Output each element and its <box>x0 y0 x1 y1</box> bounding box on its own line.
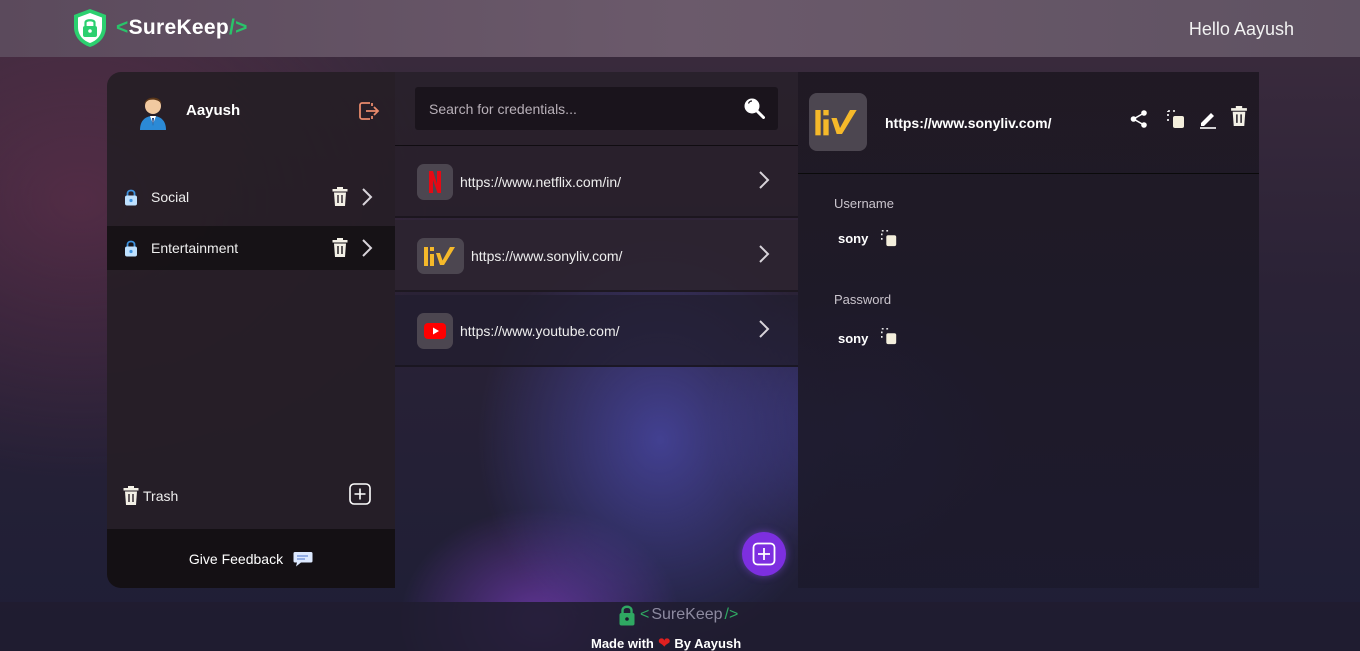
lock-icon <box>125 240 137 257</box>
password-label: Password <box>834 292 892 307</box>
add-credential-button[interactable] <box>742 532 786 576</box>
credential-url: https://www.youtube.com/ <box>460 323 620 339</box>
brand-name-text: SureKeep <box>128 16 230 39</box>
credential-row-sonyliv[interactable]: https://www.sonyliv.com/ <box>395 220 798 292</box>
search-bar <box>395 72 798 146</box>
footer-brand[interactable]: < SureKeep/> <box>618 604 738 626</box>
made-with-credit: Made with ❤ By Aayush <box>591 634 741 651</box>
footer: < SureKeep/> Made with ❤ By Aayush <box>0 602 1360 651</box>
search-icon[interactable] <box>743 97 765 119</box>
brand-name: <SureKeep/> <box>116 16 248 40</box>
trash-icon <box>123 486 139 505</box>
username-label: Username <box>834 196 894 211</box>
chat-bubble-icon <box>293 551 313 566</box>
sonyliv-logo <box>809 93 867 151</box>
youtube-play-icon <box>424 323 446 339</box>
folder-item-social[interactable]: Social <box>107 175 395 219</box>
feedback-label: Give Feedback <box>188 550 284 567</box>
chevron-right-icon[interactable] <box>361 187 373 207</box>
footer-brand-text: < SureKeep/> <box>638 606 738 624</box>
credential-detail-panel: https://www.sonyliv.com/ Username sony P… <box>798 72 1259 588</box>
netflix-n-icon <box>429 171 441 193</box>
user-greeting: Hello Aayush <box>1188 19 1294 39</box>
profile-name: Aayush <box>186 101 241 119</box>
brand-open-bracket: < <box>116 16 129 39</box>
shield-lock-icon <box>74 9 106 47</box>
trash-icon[interactable] <box>332 187 348 206</box>
trash-link[interactable]: Trash <box>123 486 178 505</box>
sonyliv-logo <box>417 238 464 274</box>
brand-close-bracket: /> <box>229 16 248 39</box>
plus-square-icon <box>752 542 776 566</box>
user-profile: Aayush <box>137 90 240 130</box>
give-feedback-button[interactable]: Give Feedback <box>107 529 395 588</box>
credential-row-netflix[interactable]: https://www.netflix.com/in/ <box>395 146 798 218</box>
footer-brand-name: SureKeep <box>651 606 723 623</box>
sonyliv-liv-icon <box>423 247 455 266</box>
add-folder-icon[interactable] <box>349 483 371 505</box>
made-with-text: Made with <box>591 635 654 651</box>
trash-label: Trash <box>143 487 179 504</box>
top-bar: <SureKeep/> Hello Aayush <box>0 0 1360 57</box>
folder-item-entertainment[interactable]: Entertainment <box>107 226 395 270</box>
sidebar: Aayush Social Entertainment Trash Give F… <box>107 72 395 588</box>
password-value: sony <box>838 331 869 346</box>
copy-username-icon[interactable] <box>880 229 898 247</box>
copy-icon[interactable] <box>1166 109 1186 129</box>
chevron-right-icon[interactable] <box>361 238 373 258</box>
chevron-right-icon[interactable] <box>758 170 770 190</box>
chevron-right-icon[interactable] <box>758 319 770 339</box>
detail-url: https://www.sonyliv.com/ <box>885 115 1052 131</box>
search-box <box>415 87 778 130</box>
folder-label: Social <box>151 189 190 205</box>
share-icon[interactable] <box>1129 109 1149 129</box>
logout-icon[interactable] <box>358 100 380 122</box>
credentials-list-panel: https://www.netflix.com/in/ https://www.… <box>395 72 798 588</box>
netflix-logo <box>417 164 453 200</box>
edit-icon[interactable] <box>1198 109 1218 129</box>
sonyliv-liv-icon <box>815 110 857 136</box>
author-credit: By Aayush <box>674 635 742 651</box>
search-input[interactable] <box>415 87 735 130</box>
chevron-right-icon[interactable] <box>758 244 770 264</box>
lock-icon <box>125 189 137 206</box>
detail-header: https://www.sonyliv.com/ <box>798 72 1259 174</box>
youtube-logo <box>417 313 453 349</box>
credential-url: https://www.sonyliv.com/ <box>471 248 623 264</box>
trash-icon[interactable] <box>332 238 348 257</box>
copy-password-icon[interactable] <box>880 327 898 345</box>
credential-row-youtube[interactable]: https://www.youtube.com/ <box>395 295 798 367</box>
folder-label: Entertainment <box>151 240 239 256</box>
lock-icon <box>619 605 635 626</box>
footer-brand-close: /> <box>724 606 739 623</box>
footer-brand-open: < <box>640 606 650 623</box>
credential-url: https://www.netflix.com/in/ <box>460 174 622 190</box>
trash-icon[interactable] <box>1229 106 1249 126</box>
heart-icon: ❤ <box>657 635 671 651</box>
brand-logo[interactable]: <SureKeep/> <box>72 8 248 48</box>
username-value: sony <box>838 231 869 246</box>
avatar <box>140 97 166 130</box>
